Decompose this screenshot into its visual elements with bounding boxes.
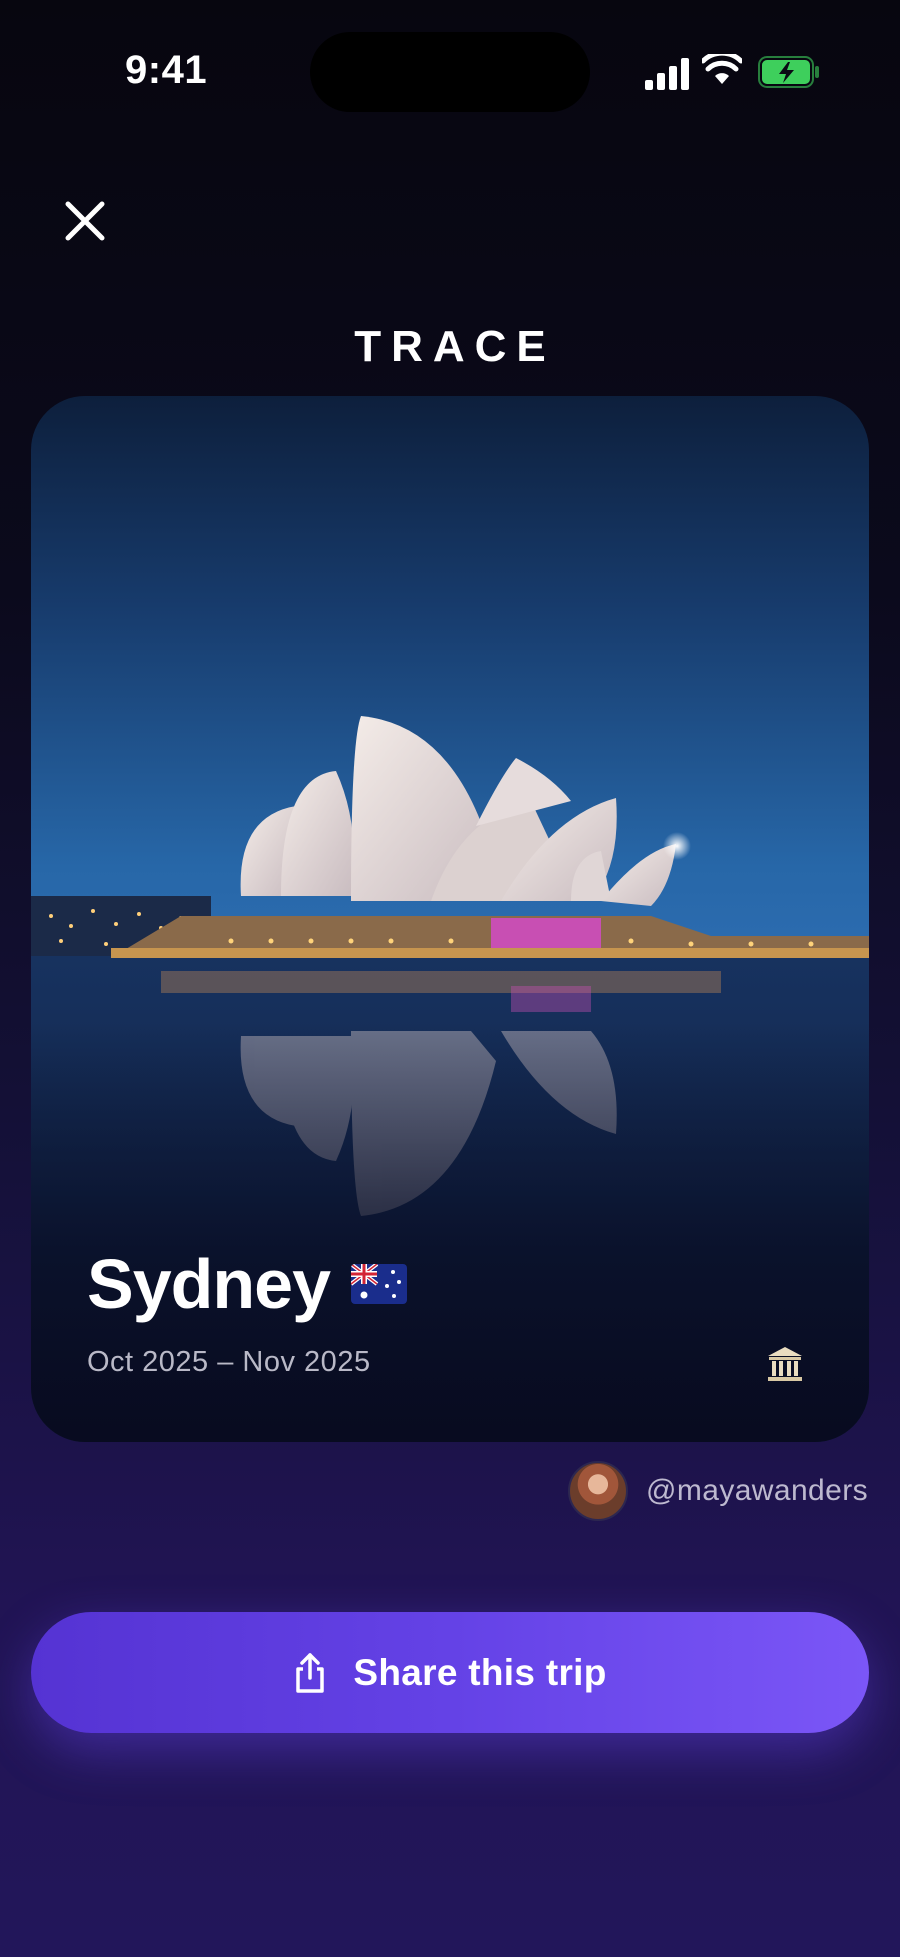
trip-dates: Oct 2025 – Nov 2025: [87, 1346, 371, 1378]
australia-flag-icon: [351, 1264, 407, 1304]
trip-card[interactable]: Sydney Oct 2025 – Nov 2025: [31, 396, 869, 1442]
battery-charging-icon: [758, 56, 819, 88]
status-time: 9:41: [125, 48, 208, 92]
author-username[interactable]: @mayawanders: [646, 1474, 868, 1508]
avatar[interactable]: [567, 1461, 628, 1521]
trip-author[interactable]: @mayawanders: [567, 1461, 868, 1521]
dynamic-island: [310, 32, 590, 112]
landmark-icon: [768, 1347, 802, 1381]
share-button-label: Share this trip: [353, 1651, 607, 1693]
share-trip-button[interactable]: Share this trip: [31, 1612, 869, 1733]
wifi-icon: [702, 54, 742, 84]
card-gradient-overlay: [31, 1022, 869, 1442]
trip-city-name: Sydney: [87, 1245, 331, 1323]
status-bar: 9:41: [0, 0, 900, 140]
close-icon[interactable]: [60, 196, 110, 246]
app-brand-title: TRACE: [354, 322, 556, 371]
share-icon: [296, 1652, 325, 1693]
cellular-signal-icon: [645, 58, 689, 90]
